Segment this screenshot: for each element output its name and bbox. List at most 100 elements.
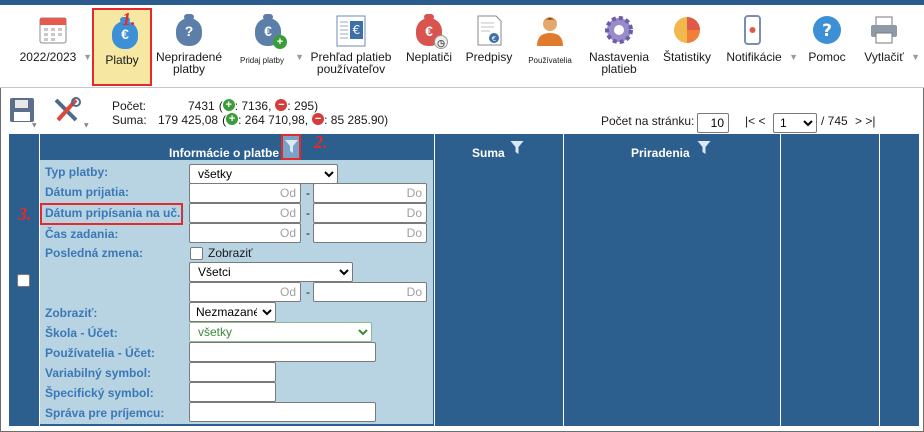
- column-divider: [879, 134, 880, 426]
- calendar-icon: [39, 17, 67, 44]
- save-icon[interactable]: ▼: [8, 96, 38, 128]
- zobrazit-checkbox-label[interactable]: Zobraziť: [208, 246, 253, 260]
- column-divider: [563, 134, 564, 426]
- datum-prijatia-od[interactable]: [189, 183, 301, 203]
- year-selector[interactable]: 2022/2023 ▼: [12, 7, 94, 87]
- help-icon: ?: [813, 16, 841, 44]
- toolbar-label-prehlad: Prehľad platieb používateľov: [310, 50, 392, 76]
- toolbar-neplatici[interactable]: € ◷ Neplatiči: [400, 7, 458, 87]
- range-dash: -: [306, 206, 310, 220]
- vsetci-select[interactable]: Všetci: [189, 262, 353, 282]
- col-header-sum[interactable]: Suma: [472, 146, 505, 160]
- toolbar-pouzivatelia[interactable]: Používatelia: [522, 7, 578, 87]
- sprava-input[interactable]: [189, 402, 376, 422]
- phone-notification-icon: [744, 15, 761, 45]
- svg-text:€: €: [492, 35, 496, 43]
- toolbar-pomoc[interactable]: ? Pomoc: [804, 7, 850, 87]
- toolbar-label-pouzivatelia: Používatelia: [528, 56, 572, 65]
- label-zobrazit: Zobraziť:: [45, 306, 98, 320]
- filter-toggle-button[interactable]: [281, 134, 301, 160]
- prescription-doc-icon: €: [477, 15, 502, 46]
- per-page-input[interactable]: [697, 113, 729, 133]
- typ-platby-select[interactable]: všetky: [189, 164, 338, 184]
- filter-icon: [285, 140, 298, 153]
- chevron-down-icon: ▼: [295, 52, 304, 62]
- toolbar-vytlacit[interactable]: Vytlačiť ▼: [858, 7, 920, 87]
- svg-text:?: ?: [822, 21, 832, 41]
- datum-prijatia-do[interactable]: [313, 183, 427, 203]
- pager-next-last[interactable]: > >|: [855, 114, 875, 128]
- add-bag-icon: € +: [251, 13, 287, 49]
- chevron-down-icon: ▼: [789, 52, 798, 62]
- svg-text:€: €: [353, 23, 361, 37]
- label-datum-prijatia: Dátum prijatia:: [45, 185, 130, 199]
- col-header-assign[interactable]: Priradenia: [631, 146, 690, 160]
- toolbar-pridaj-platby[interactable]: € + Pridaj platby ▼: [230, 7, 306, 87]
- zobrazit-checkbox[interactable]: [190, 247, 203, 260]
- label-variabilny: Variabilný symbol:: [45, 366, 152, 380]
- pager-first-prev[interactable]: |< <: [745, 114, 765, 128]
- specificky-input[interactable]: [189, 382, 276, 402]
- range-dash: -: [306, 285, 310, 299]
- count-value: 7431: [188, 99, 215, 113]
- toolbar-label-statistiky: Štatistiky: [662, 50, 711, 64]
- toolbar-statistiky[interactable]: Štatistiky: [658, 7, 716, 87]
- label-cas-zadania: Čas zadania:: [45, 227, 119, 241]
- posledna-zmena-od[interactable]: [189, 282, 301, 302]
- datum-pripisania-do[interactable]: [313, 203, 427, 223]
- sum-plus: : 264 710,98,: [238, 113, 309, 127]
- annotation-3: 3.: [18, 204, 32, 224]
- gear-icon: [605, 16, 633, 44]
- toolbar-label-neplatici: Neplatiči: [405, 50, 453, 64]
- toolbar-nastavenia[interactable]: Nastavenia platieb: [584, 7, 654, 87]
- year-label: 2022/2023: [19, 50, 77, 64]
- annotation-1: 1.: [122, 9, 136, 29]
- minus-icon: −: [275, 99, 288, 111]
- document-euro-icon: €: [336, 15, 366, 47]
- count-minus: : 295): [287, 99, 319, 113]
- toolbar-notifikacie[interactable]: Notifikácie ▼: [720, 7, 800, 87]
- toolbar-label-notifikacie: Notifikácie: [726, 50, 782, 64]
- filter-icon[interactable]: [510, 141, 524, 155]
- payment-stats: Počet: 7431 (+: 7136, −: 295) Suma: 179 …: [112, 99, 388, 127]
- zobrazit-select[interactable]: Nezmazané: [189, 302, 276, 322]
- toolbar-label-pridaj: Pridaj platby: [239, 56, 285, 65]
- select-all-checkbox[interactable]: [17, 274, 30, 287]
- filter-icon[interactable]: [697, 141, 711, 155]
- toolbar-label-pomoc: Pomoc: [808, 50, 846, 64]
- printer-icon: [871, 16, 897, 44]
- column-divider: [780, 134, 781, 426]
- toolbar-label-nastavenia: Nastavenia platieb: [588, 50, 650, 76]
- per-page-label: Počet na stránku:: [601, 114, 695, 128]
- toolbar-label-predpisy: Predpisy: [465, 50, 513, 64]
- datum-pripisania-od[interactable]: [189, 203, 301, 223]
- tools-icon[interactable]: ▼: [50, 96, 92, 128]
- posledna-zmena-do[interactable]: [313, 282, 427, 302]
- label-pouzivatelia-ucet: Používatelia - Účet:: [45, 346, 156, 360]
- sum-minus: : 85 285.90): [324, 113, 389, 127]
- sum-value: 179 425,08: [158, 113, 219, 127]
- plus-icon: +: [226, 113, 239, 125]
- toolbar-label-vytlacit: Vytlačiť: [864, 50, 904, 64]
- range-dash: -: [306, 186, 310, 200]
- page-select[interactable]: 1: [773, 113, 817, 133]
- toolbar-predpisy[interactable]: € Predpisy: [461, 7, 517, 87]
- cas-zadania-do[interactable]: [313, 223, 427, 243]
- skola-ucet-select[interactable]: všetky: [189, 322, 372, 342]
- page-total: / 745: [821, 114, 848, 128]
- col-header-info[interactable]: Informácie o platbe: [169, 146, 279, 160]
- toolbar-label-nepriradene: Nepriradené platby: [155, 50, 223, 76]
- count-plus: : 7136,: [234, 99, 272, 113]
- range-dash: -: [306, 226, 310, 240]
- user-icon: [537, 17, 563, 46]
- toolbar-prehlad[interactable]: € Prehľad platieb používateľov: [308, 7, 394, 87]
- cas-zadania-od[interactable]: [189, 223, 301, 243]
- toolbar-label-platby: Platby: [105, 53, 139, 67]
- variabilny-input[interactable]: [189, 362, 276, 382]
- toolbar-nepriradene[interactable]: ? Nepriradené platby: [154, 7, 224, 87]
- pouzivatelia-ucet-input[interactable]: [189, 342, 376, 362]
- label-datum-pripisania: Dátum pripísania na uč.:: [45, 206, 185, 220]
- label-sprava: Správa pre príjemcu:: [45, 406, 165, 420]
- pie-chart-icon: [674, 17, 700, 43]
- label-skola-ucet: Škola - Účet:: [45, 326, 118, 340]
